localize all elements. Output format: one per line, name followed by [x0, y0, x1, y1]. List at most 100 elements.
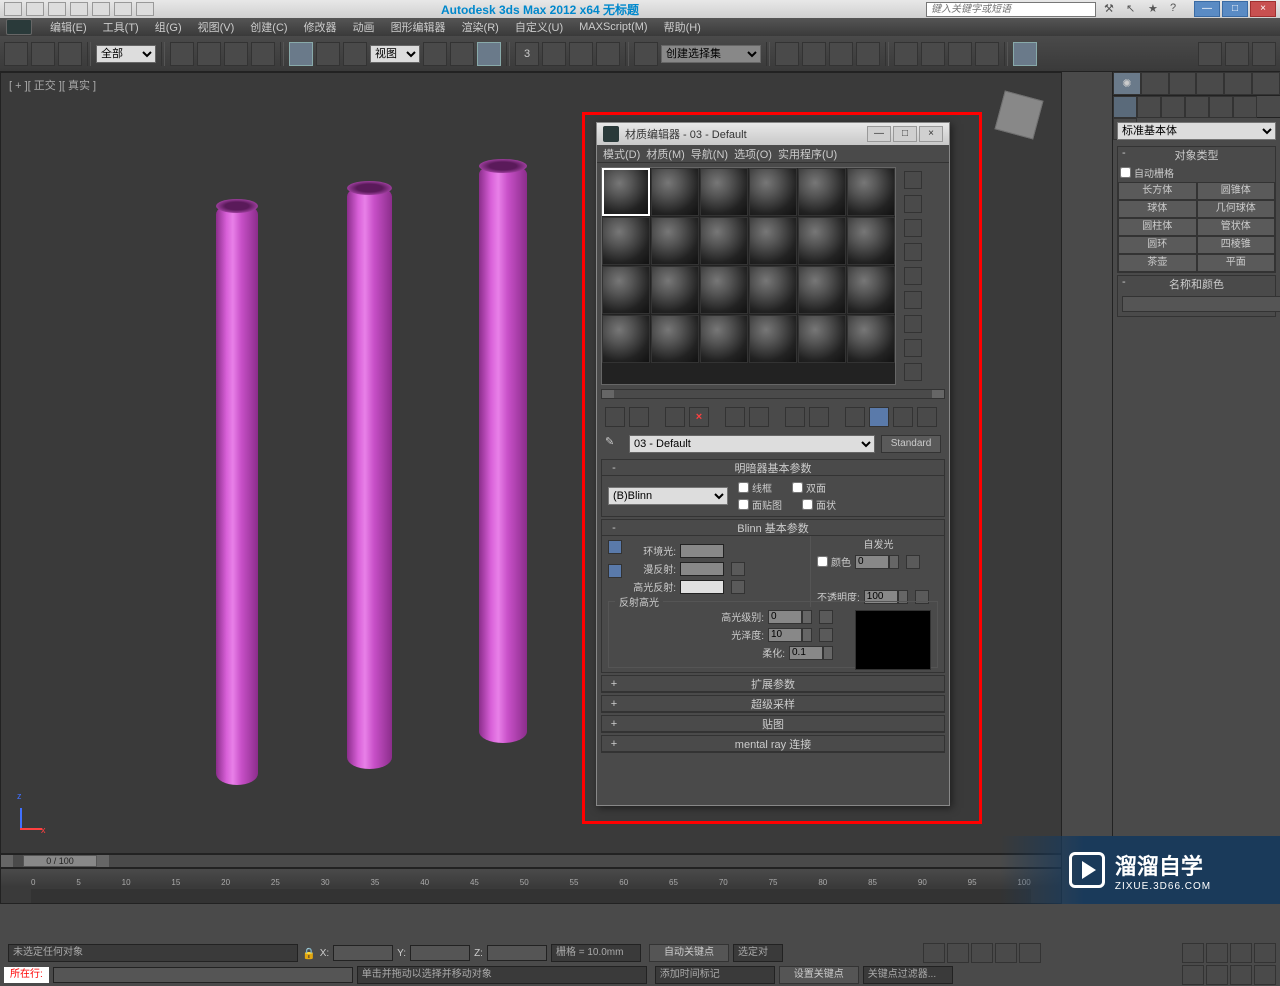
- rollout-header[interactable]: + 贴图: [602, 716, 944, 732]
- cylinder-object[interactable]: [216, 203, 258, 785]
- menu-options[interactable]: 选项(O): [734, 146, 772, 162]
- modify-tab-icon[interactable]: [1141, 72, 1169, 95]
- shapes-tab-icon[interactable]: [1137, 96, 1161, 118]
- menu-create[interactable]: 创建(C): [244, 19, 293, 35]
- sample-type-icon[interactable]: [904, 171, 922, 189]
- cylinder-button[interactable]: 圆柱体: [1118, 218, 1197, 236]
- teapot2-icon[interactable]: [1225, 42, 1249, 66]
- sample-slot[interactable]: [700, 315, 748, 363]
- menu-graph[interactable]: 图形编辑器: [385, 19, 452, 35]
- qat-btn[interactable]: [48, 2, 66, 16]
- menu-modifiers[interactable]: 修改器: [298, 19, 343, 35]
- menu-customize[interactable]: 自定义(U): [509, 19, 569, 35]
- sample-slot[interactable]: [651, 315, 699, 363]
- go-forward-icon[interactable]: [917, 407, 937, 427]
- select-window-icon[interactable]: [251, 42, 275, 66]
- select-icon[interactable]: [170, 42, 194, 66]
- cameras-tab-icon[interactable]: [1185, 96, 1209, 118]
- spinner-snap-icon[interactable]: [596, 42, 620, 66]
- x-input[interactable]: [333, 945, 393, 961]
- lock-selection-icon[interactable]: 🔒: [302, 947, 316, 960]
- sample-slot[interactable]: [749, 168, 797, 216]
- rollout-header[interactable]: + 扩展参数: [602, 676, 944, 692]
- shader-combo[interactable]: (B)Blinn: [608, 487, 728, 505]
- wire-checkbox[interactable]: 线框: [738, 480, 772, 495]
- sample-slot[interactable]: [798, 168, 846, 216]
- render-frame-icon[interactable]: [975, 42, 999, 66]
- rollout-header[interactable]: + mental ray 连接: [602, 736, 944, 752]
- maximize-button[interactable]: □: [1222, 1, 1248, 17]
- autokey-button[interactable]: 自动关键点: [649, 944, 729, 962]
- sample-slot[interactable]: [847, 266, 895, 314]
- qat-btn[interactable]: [114, 2, 132, 16]
- goto-start-icon[interactable]: [923, 943, 945, 963]
- sample-slot[interactable]: [700, 217, 748, 265]
- show-map-icon[interactable]: [845, 407, 865, 427]
- named-selection[interactable]: 创建选择集: [661, 45, 761, 63]
- cone-button[interactable]: 圆锥体: [1197, 182, 1276, 200]
- material-type-button[interactable]: Standard: [881, 435, 941, 453]
- pan-icon[interactable]: [1182, 965, 1204, 985]
- script-input[interactable]: [53, 967, 353, 983]
- goto-end-icon[interactable]: [1019, 943, 1041, 963]
- spec-level-map-button[interactable]: [819, 610, 833, 624]
- link-icon[interactable]: [58, 42, 82, 66]
- next-icon[interactable]: [995, 943, 1017, 963]
- sample-scrollbar[interactable]: [601, 389, 945, 399]
- maximize-button[interactable]: □: [893, 126, 917, 142]
- background-icon[interactable]: [904, 219, 922, 237]
- soften-spinner[interactable]: [789, 646, 833, 660]
- expand-icon[interactable]: +: [608, 738, 620, 750]
- time-slider-handle[interactable]: 0 / 100: [23, 855, 97, 867]
- menu-tools[interactable]: 工具(T): [97, 19, 145, 35]
- sample-slot[interactable]: [651, 217, 699, 265]
- two-sided-checkbox[interactable]: 双面: [792, 480, 826, 495]
- material-editor-titlebar[interactable]: 材质编辑器 - 03 - Default — □ ×: [597, 123, 949, 145]
- sample-slot[interactable]: [798, 315, 846, 363]
- curve-icon[interactable]: [856, 42, 880, 66]
- box-button[interactable]: 长方体: [1118, 182, 1197, 200]
- slot-count-icon[interactable]: [904, 363, 922, 381]
- undo-icon[interactable]: [4, 42, 28, 66]
- scroll-right-icon[interactable]: [932, 390, 944, 398]
- put-to-scene-icon[interactable]: [629, 407, 649, 427]
- ambient-swatch[interactable]: [680, 544, 724, 558]
- ref-coord-system[interactable]: 视图: [370, 45, 420, 63]
- toolbox-icon[interactable]: ⚒: [1104, 2, 1120, 16]
- angle-snap-icon[interactable]: [542, 42, 566, 66]
- sample-slot[interactable]: [602, 168, 650, 216]
- key-filter-button[interactable]: 关键点过滤器...: [863, 966, 953, 984]
- menu-help[interactable]: 帮助(H): [658, 19, 707, 35]
- helpers-tab-icon[interactable]: [1209, 96, 1233, 118]
- select-by-mat-icon[interactable]: [904, 339, 922, 357]
- next-frame-icon[interactable]: [97, 855, 109, 867]
- make-preview-icon[interactable]: [904, 291, 922, 309]
- sample-slot[interactable]: [602, 266, 650, 314]
- menu-utilities[interactable]: 实用程序(U): [778, 146, 837, 162]
- specular-swatch[interactable]: [680, 580, 724, 594]
- time-ruler[interactable]: 0510152025303540455055606570758085909510…: [1, 869, 1061, 887]
- layers-icon[interactable]: [829, 42, 853, 66]
- motion-tab-icon[interactable]: [1196, 72, 1224, 95]
- self-illum-spinner[interactable]: [855, 555, 899, 569]
- manip-icon[interactable]: [450, 42, 474, 66]
- ednamed-icon[interactable]: [634, 42, 658, 66]
- assign-icon[interactable]: [665, 407, 685, 427]
- spacewarps-tab-icon[interactable]: [1233, 96, 1257, 118]
- y-input[interactable]: [410, 945, 470, 961]
- selection-filter[interactable]: 全部: [96, 45, 156, 63]
- qat-btn[interactable]: [70, 2, 88, 16]
- minimize-button[interactable]: —: [1194, 1, 1220, 17]
- material-icon[interactable]: [921, 42, 945, 66]
- self-illum-map-button[interactable]: [906, 555, 920, 569]
- uv-tiling-icon[interactable]: [904, 243, 922, 261]
- diffuse-map-button[interactable]: [731, 562, 745, 576]
- expand-icon[interactable]: +: [608, 678, 620, 690]
- scale-icon[interactable]: [343, 42, 367, 66]
- maximize-viewport-icon[interactable]: [1254, 965, 1276, 985]
- pivot-icon[interactable]: [423, 42, 447, 66]
- rollout-header[interactable]: + 超级采样: [602, 696, 944, 712]
- glossiness-map-button[interactable]: [819, 628, 833, 642]
- geosphere-button[interactable]: 几何球体: [1197, 200, 1276, 218]
- render-icon[interactable]: [1013, 42, 1037, 66]
